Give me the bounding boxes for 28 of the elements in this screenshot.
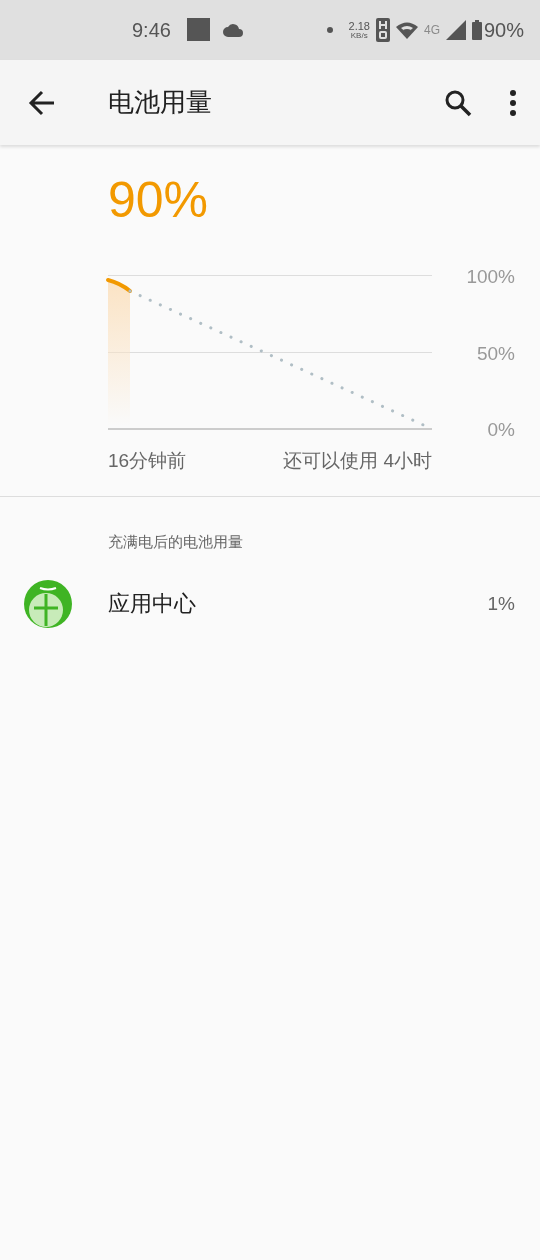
axis-tick-label: 100% [466,265,515,287]
wifi-icon [395,21,418,39]
network-type: 4G [423,23,440,37]
hd-icon [375,18,390,42]
app-name: 应用中心 [108,590,197,618]
network-speed-unit: KB/s [350,31,368,40]
usage-percent: 1% [487,593,515,615]
battery-icon [471,20,482,40]
battery-percentage: 90% [108,175,210,225]
app-usage-item[interactable]: 应用中心 1% [0,564,540,644]
back-arrow-icon [28,88,56,117]
cloud-icon [222,23,243,37]
axis-tick-label: 50% [476,342,515,364]
clock-time: 9:46 [132,18,171,42]
battery-percent: 90% [483,18,524,42]
chart-start-label: 16分钟前 [108,449,187,473]
network-speed: 2.18 [348,20,370,32]
page-title: 电池用量 [108,86,213,119]
battery-level-line [106,278,132,293]
signal-icon [445,20,466,40]
section-header: 充满电后的电池用量 [107,532,244,552]
more-icon [510,89,516,116]
remaining-time-label: 还可以使用 4小时 [283,449,432,473]
search-icon [444,88,472,117]
square-icon [186,18,211,42]
axis-tick-label: 0% [487,419,515,440]
app-icon [24,580,72,628]
dot-icon [326,27,333,33]
